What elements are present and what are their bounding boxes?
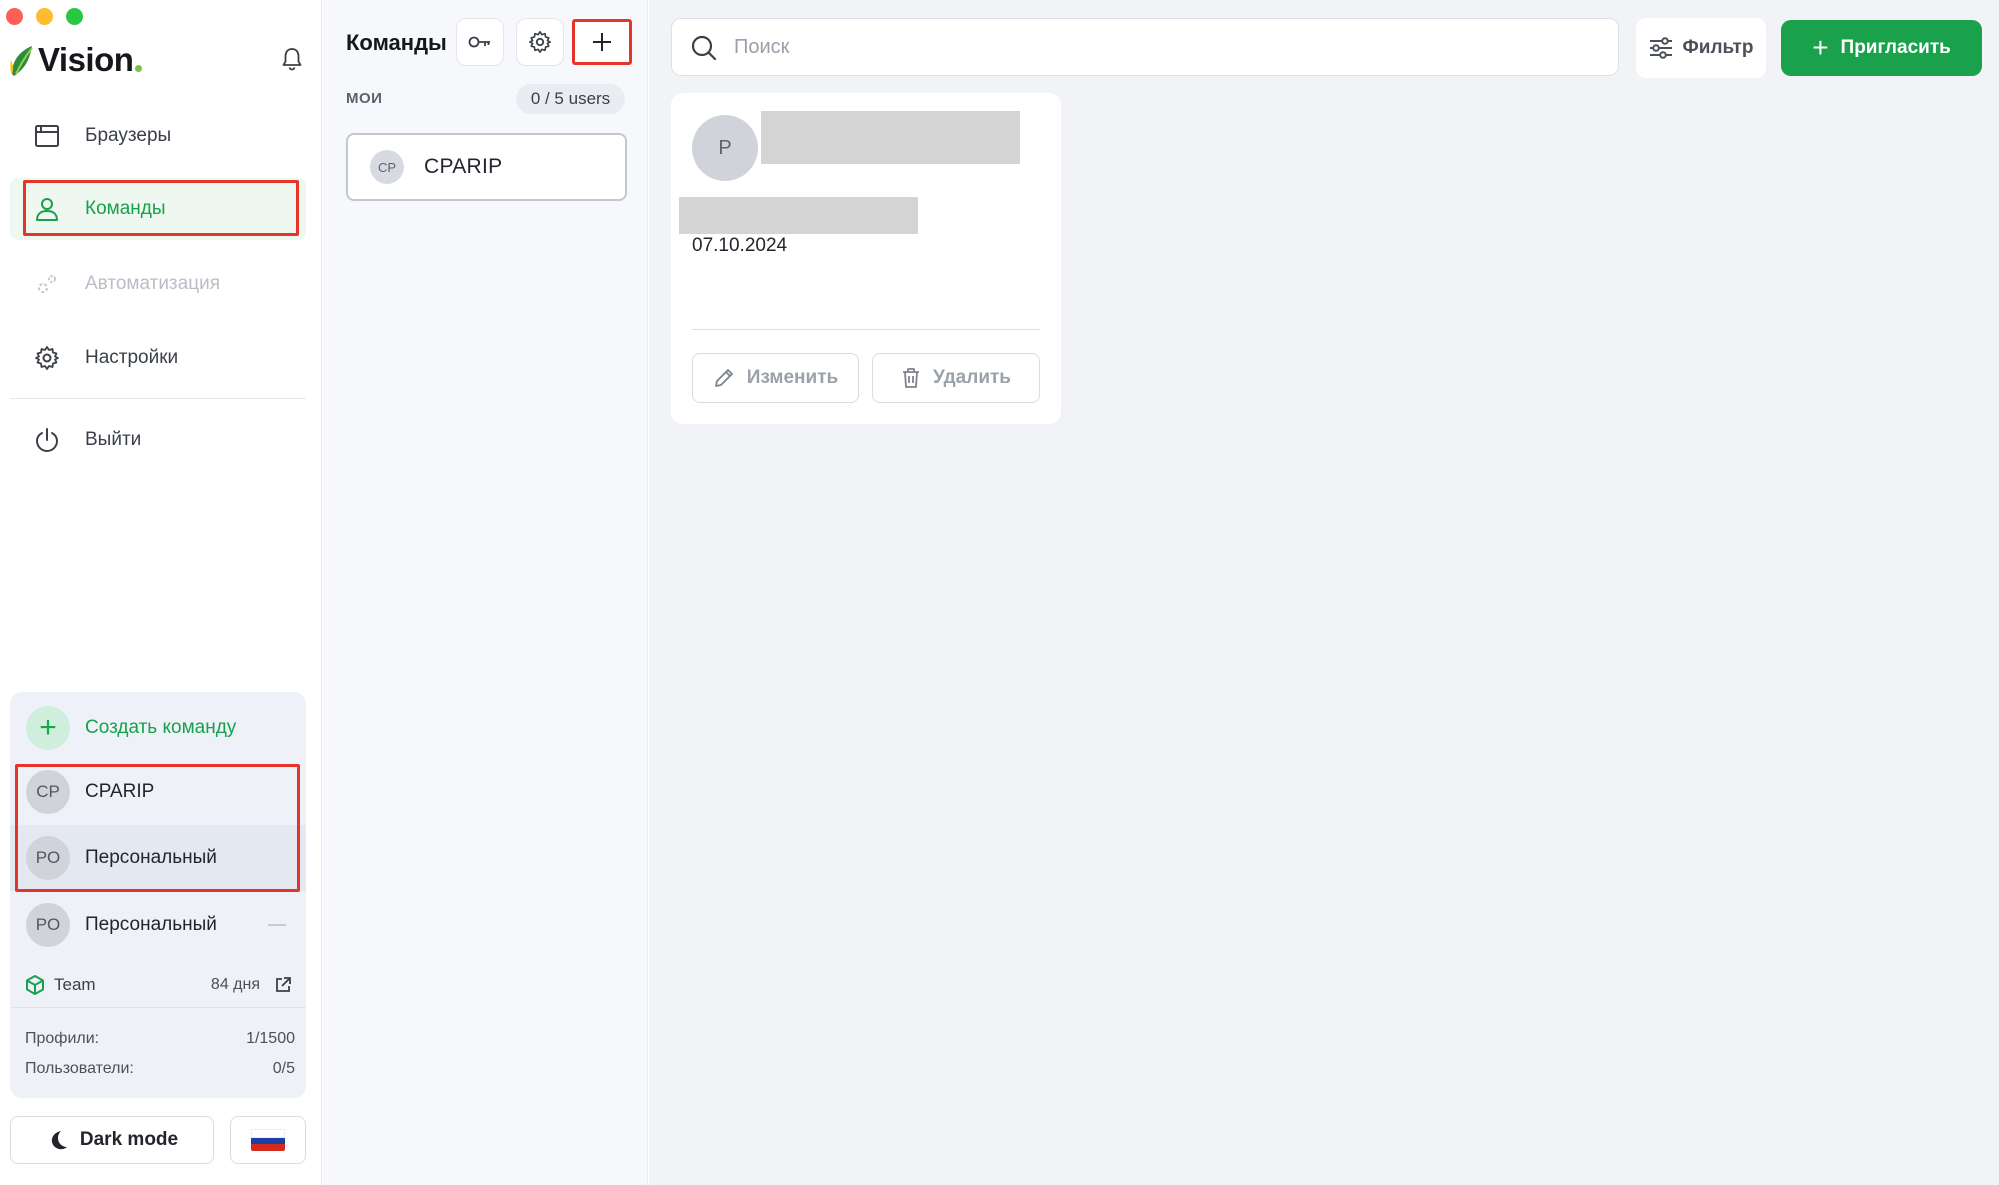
bell-icon[interactable] — [280, 46, 304, 72]
create-team-label: Создать команду — [85, 717, 237, 738]
delete-label: Удалить — [933, 367, 1011, 388]
key-button[interactable] — [456, 18, 504, 66]
team-avatar: CP — [370, 150, 404, 184]
external-link-icon[interactable] — [274, 976, 292, 994]
users-count-badge: 0 / 5 users — [516, 84, 625, 114]
edit-label: Изменить — [746, 367, 839, 388]
leaf-logo-icon — [10, 46, 33, 76]
dark-mode-label: Dark mode — [79, 1129, 179, 1150]
stat-profiles: Профили: 1/1500 — [25, 1030, 295, 1048]
logo-dot — [135, 65, 143, 72]
russia-flag-icon — [251, 1129, 285, 1151]
team-switcher-panel: + Создать команду CP CPARIP PO Персональ… — [10, 692, 306, 1098]
delete-button[interactable]: Удалить — [872, 353, 1040, 403]
create-team-button[interactable]: + Создать команду — [10, 702, 306, 754]
pencil-icon — [714, 369, 733, 387]
language-button[interactable] — [230, 1116, 306, 1164]
sidebar-item-browsers[interactable]: Браузеры — [10, 105, 306, 167]
redacted-block — [761, 111, 1020, 164]
team-name: Персональный — [85, 914, 217, 935]
main-content: Фильтр + Пригласить P 07.10.2024 Изменит… — [649, 0, 1999, 1185]
plan-info: Team 84 дня — [10, 962, 306, 1008]
power-icon — [32, 425, 62, 455]
app-logo: Vision — [10, 38, 143, 78]
gear-icon — [32, 343, 62, 373]
stat-label: Профили: — [25, 1030, 100, 1047]
minimize-window-button[interactable] — [36, 8, 53, 25]
stat-users: Пользователи: 0/5 — [25, 1060, 295, 1078]
nav-divider — [10, 398, 306, 399]
section-label: МОИ — [346, 90, 383, 107]
team-settings-button[interactable] — [516, 18, 564, 66]
browser-window-icon — [32, 121, 62, 151]
sidebar-item-label: Команды — [85, 198, 166, 219]
sidebar-item-logout[interactable]: Выйти — [10, 409, 306, 471]
search-input[interactable] — [734, 29, 1594, 65]
sliders-icon — [1649, 37, 1672, 59]
invite-label: Пригласить — [1840, 37, 1951, 58]
dark-mode-button[interactable]: Dark mode — [10, 1116, 214, 1164]
highlight-box — [15, 764, 300, 892]
plan-days-left: 84 дня — [210, 975, 260, 993]
member-avatar: P — [692, 115, 758, 181]
logo-text: Vision — [38, 41, 134, 78]
page-title: Команды — [346, 30, 447, 55]
plus-icon: + — [1812, 32, 1829, 63]
team-avatar: PO — [26, 903, 70, 947]
gears-icon — [32, 269, 62, 299]
stat-label: Пользователи: — [25, 1060, 134, 1077]
member-card: P 07.10.2024 Изменить Удалить — [671, 93, 1061, 424]
redacted-block — [679, 197, 918, 234]
window-controls — [6, 8, 83, 25]
plan-name: Team — [54, 974, 96, 994]
gear-icon — [529, 31, 551, 53]
filter-button[interactable]: Фильтр — [1636, 18, 1766, 78]
sidebar-item-label: Браузеры — [85, 125, 172, 146]
plus-icon — [593, 33, 611, 51]
stat-value: 0/5 — [272, 1060, 295, 1077]
filter-label: Фильтр — [1682, 37, 1754, 58]
close-window-button[interactable] — [6, 8, 23, 25]
key-icon — [468, 36, 490, 48]
search-box[interactable] — [671, 18, 1619, 76]
member-date: 07.10.2024 — [692, 235, 788, 256]
search-icon — [691, 35, 717, 61]
user-icon — [32, 194, 62, 224]
stat-value: 1/1500 — [246, 1030, 295, 1047]
sidebar-item-label: Автоматизация — [85, 273, 220, 294]
card-divider — [692, 329, 1040, 330]
teams-panel: Команды МОИ 0 / 5 users CP CPARIP — [323, 0, 648, 1185]
collapse-icon[interactable] — [268, 924, 286, 926]
trash-icon — [903, 368, 919, 388]
moon-icon — [51, 1131, 67, 1150]
edit-button[interactable]: Изменить — [692, 353, 859, 403]
sidebar-item-settings[interactable]: Настройки — [10, 327, 306, 389]
sidebar-item-label: Настройки — [85, 347, 179, 368]
team-card-cparip[interactable]: CP CPARIP — [346, 133, 627, 201]
current-team-personal[interactable]: PO Персональный — [10, 892, 306, 958]
add-team-button[interactable] — [572, 19, 632, 65]
sidebar-item-teams[interactable]: Команды — [10, 178, 306, 240]
invite-button[interactable]: + Пригласить — [1781, 20, 1982, 76]
team-name: CPARIP — [424, 155, 503, 178]
sidebar: Vision Браузеры Команды Автоматизация На… — [0, 0, 322, 1185]
cube-icon — [26, 974, 44, 995]
sidebar-item-label: Выйти — [85, 429, 142, 450]
sidebar-item-automation[interactable]: Автоматизация — [10, 253, 306, 315]
maximize-window-button[interactable] — [66, 8, 83, 25]
plus-icon: + — [26, 706, 70, 750]
